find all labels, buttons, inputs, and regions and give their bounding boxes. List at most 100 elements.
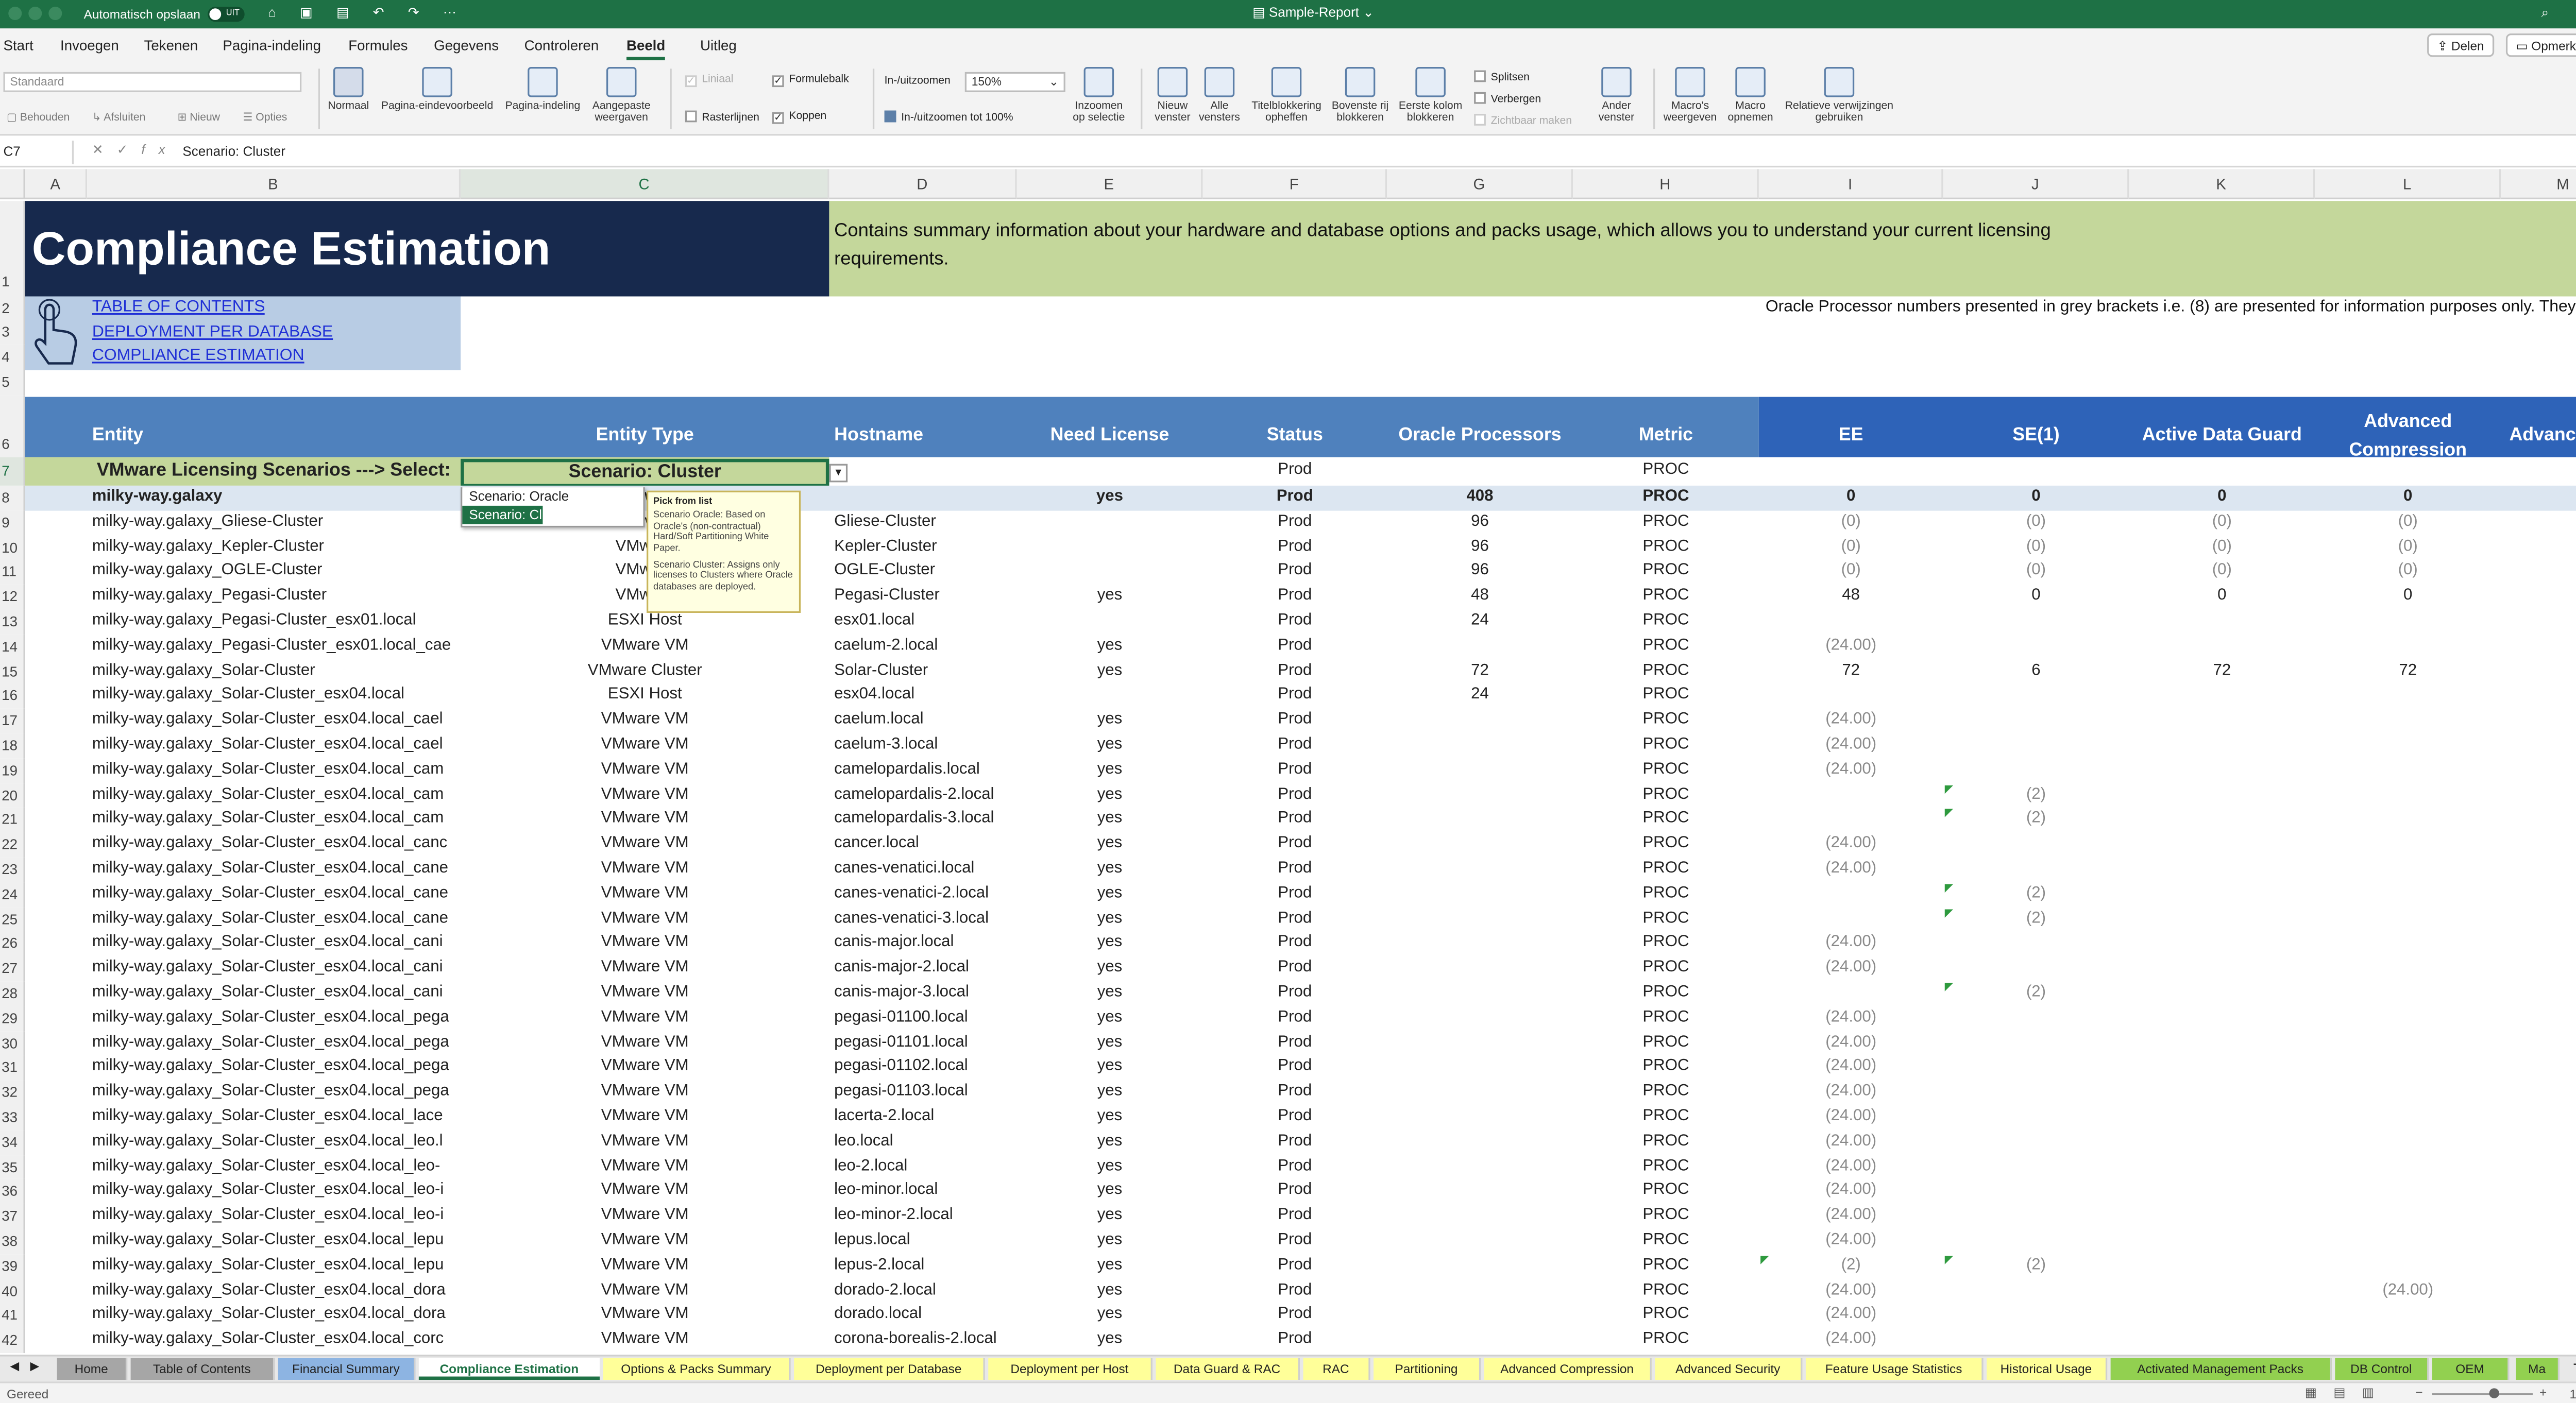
cell-need[interactable]: yes bbox=[1017, 783, 1203, 808]
search-icon[interactable]: ⌕ ☺ bbox=[2541, 5, 2576, 22]
cell-need[interactable]: yes bbox=[1017, 709, 1203, 733]
cell-need[interactable]: yes bbox=[1017, 1006, 1203, 1031]
cell-need[interactable]: yes bbox=[1017, 585, 1203, 609]
cell-status[interactable]: Prod bbox=[1202, 907, 1387, 932]
column-header-B[interactable]: B bbox=[87, 169, 461, 199]
cell-need[interactable]: yes bbox=[1017, 1254, 1203, 1279]
cell-entity[interactable]: milky-way.galaxy_Solar-Cluster_esx04.loc… bbox=[92, 907, 461, 932]
cell-entity[interactable]: milky-way.galaxy_OGLE-Cluster bbox=[92, 560, 461, 585]
cell-metric[interactable]: PROC bbox=[1573, 535, 1759, 560]
cell-entity[interactable]: milky-way.galaxy_Solar-Cluster_esx04.loc… bbox=[92, 932, 461, 956]
cell-metric[interactable]: PROC bbox=[1573, 1081, 1759, 1105]
name-box[interactable]: C7 bbox=[0, 141, 74, 164]
switch-window-button[interactable]: Ander venster bbox=[1588, 67, 1645, 124]
cell-ee[interactable]: (24.00) bbox=[1759, 635, 1943, 659]
cell-status[interactable]: Prod bbox=[1202, 1155, 1387, 1179]
record-macro-button[interactable]: Macro opnemen bbox=[1722, 67, 1779, 124]
zoom-plus-icon[interactable]: + bbox=[2539, 1385, 2547, 1400]
dropdown-option-oracle[interactable]: Scenario: Oracle bbox=[462, 487, 643, 506]
cell-adg[interactable]: 0 bbox=[2129, 585, 2315, 609]
cell-entity[interactable]: milky-way.galaxy_Solar-Cluster_esx04.loc… bbox=[92, 1056, 461, 1081]
row-header-34[interactable]: 34 bbox=[0, 1130, 25, 1155]
cell-ee[interactable]: (24.00) bbox=[1759, 1328, 1943, 1353]
cell-need[interactable]: yes bbox=[1017, 833, 1203, 858]
cell-status[interactable]: Prod bbox=[1202, 733, 1387, 758]
column-header-F[interactable]: F bbox=[1202, 169, 1387, 199]
cell-type[interactable]: VMware VM bbox=[461, 733, 829, 758]
cell-entity[interactable]: milky-way.galaxy_Solar-Cluster_esx04.loc… bbox=[92, 833, 461, 858]
column-header-I[interactable]: I bbox=[1758, 169, 1943, 199]
cell-need[interactable]: yes bbox=[1017, 1105, 1203, 1130]
sheet-tab-financial-summary[interactable]: Financial Summary bbox=[278, 1358, 416, 1380]
cell-entity[interactable]: milky-way.galaxy_Solar-Cluster_esx04.loc… bbox=[92, 808, 461, 832]
cell-metric[interactable]: PROC bbox=[1573, 733, 1759, 758]
cell-ee[interactable]: (24.00) bbox=[1759, 1105, 1943, 1130]
row-header-8[interactable]: 8 bbox=[0, 485, 25, 510]
cell-ee[interactable]: 72 bbox=[1759, 659, 1943, 684]
cell-host[interactable]: Pegasi-Cluster bbox=[834, 585, 1016, 609]
row-header-16[interactable]: 16 bbox=[0, 683, 25, 709]
cell-entity[interactable]: milky-way.galaxy_Solar-Cluster_esx04.loc… bbox=[92, 858, 461, 882]
cell-need[interactable]: yes bbox=[1017, 1204, 1203, 1229]
cell-metric[interactable]: PROC bbox=[1573, 560, 1759, 585]
cell-type[interactable]: VMware VM bbox=[461, 1056, 829, 1081]
cell-host[interactable]: Gliese-Cluster bbox=[834, 510, 1016, 535]
cell-entity[interactable]: milky-way.galaxy_Solar-Cluster_esx04.loc… bbox=[92, 1229, 461, 1254]
cell-entity[interactable]: milky-way.galaxy_Solar-Cluster_esx04.loc… bbox=[92, 1179, 461, 1204]
cell-status[interactable]: Prod bbox=[1202, 1081, 1387, 1105]
row-header-14[interactable]: 14 bbox=[0, 634, 25, 659]
column-header-L[interactable]: L bbox=[2315, 169, 2501, 199]
cell-ee[interactable]: (24.00) bbox=[1759, 709, 1943, 733]
tab-gegevens[interactable]: Gegevens bbox=[434, 37, 499, 54]
link-compliance-estimation[interactable]: COMPLIANCE ESTIMATION bbox=[92, 345, 304, 370]
cell-status[interactable]: Prod bbox=[1202, 981, 1387, 1006]
cell-status[interactable]: Prod bbox=[1202, 1254, 1387, 1279]
cell-entity[interactable]: milky-way.galaxy_Solar-Cluster_esx04.loc… bbox=[92, 1328, 461, 1353]
cell-host[interactable]: corona-borealis-2.local bbox=[834, 1328, 1016, 1353]
cell-need[interactable]: yes bbox=[1017, 635, 1203, 659]
cell-host[interactable]: lepus.local bbox=[834, 1229, 1016, 1254]
cell-ee[interactable]: (2) bbox=[1759, 1254, 1943, 1279]
zoom-slider-thumb[interactable] bbox=[2489, 1388, 2499, 1398]
cell-metric[interactable]: PROC bbox=[1573, 882, 1759, 907]
row-header-15[interactable]: 15 bbox=[0, 659, 25, 684]
row-header-32[interactable]: 32 bbox=[0, 1080, 25, 1105]
cell-need[interactable]: yes bbox=[1017, 659, 1203, 684]
add-sheet-icon[interactable]: + bbox=[2573, 1357, 2576, 1375]
cell-entity[interactable]: milky-way.galaxy_Solar-Cluster_esx04.loc… bbox=[92, 684, 461, 709]
cell-status[interactable]: Prod bbox=[1202, 609, 1387, 634]
cell-host[interactable]: leo.local bbox=[834, 1130, 1016, 1155]
cell-entity[interactable]: milky-way.galaxy_Solar-Cluster_esx04.loc… bbox=[92, 1105, 461, 1130]
cell-need[interactable]: yes bbox=[1017, 1031, 1203, 1055]
column-header-H[interactable]: H bbox=[1572, 169, 1759, 199]
page-break-preview-button[interactable]: Pagina-eindevoorbeeld bbox=[375, 67, 499, 112]
cell-se[interactable]: (2) bbox=[1943, 783, 2129, 808]
cell-proc[interactable]: 96 bbox=[1387, 560, 1573, 585]
cell-metric[interactable]: PROC bbox=[1573, 808, 1759, 832]
cell-host[interactable]: lacerta-2.local bbox=[834, 1105, 1016, 1130]
cell-status[interactable]: Prod bbox=[1202, 932, 1387, 956]
cell-status[interactable]: Prod bbox=[1202, 684, 1387, 709]
row-header-24[interactable]: 24 bbox=[0, 882, 25, 907]
tab-tekenen[interactable]: Tekenen bbox=[144, 37, 198, 54]
cell-as[interactable]: 0 bbox=[2501, 585, 2576, 609]
cell-host[interactable]: canes-venatici.local bbox=[834, 858, 1016, 882]
cell-host[interactable]: dorado.local bbox=[834, 1304, 1016, 1328]
all-windows-button[interactable]: Alle vensters bbox=[1196, 67, 1243, 124]
cell-metric[interactable]: PROC bbox=[1573, 907, 1759, 932]
cell-entity[interactable]: milky-way.galaxy_Solar-Cluster_esx04.loc… bbox=[92, 1279, 461, 1304]
cell-status[interactable]: Prod bbox=[1202, 1179, 1387, 1204]
row-header-30[interactable]: 30 bbox=[0, 1031, 25, 1056]
cell-entity[interactable]: milky-way.galaxy_Solar-Cluster_esx04.loc… bbox=[92, 1204, 461, 1229]
cell-type[interactable]: ESXI Host bbox=[461, 609, 829, 634]
cell-type[interactable]: VMware VM bbox=[461, 1031, 829, 1055]
cell-type[interactable]: VMware VM bbox=[461, 1279, 829, 1304]
cell-need[interactable]: yes bbox=[1017, 1229, 1203, 1254]
comments-button[interactable]: ▭ Opmerkingen bbox=[2505, 33, 2576, 57]
cell-adg[interactable]: (0) bbox=[2129, 560, 2315, 585]
zoom-minus-icon[interactable]: − bbox=[2415, 1385, 2422, 1400]
cell-se[interactable]: (0) bbox=[1943, 535, 2129, 560]
sheet-view-exit[interactable]: ↳ Afsluiten bbox=[92, 111, 146, 124]
cell-entity[interactable]: milky-way.galaxy_Pegasi-Cluster_esx01.lo… bbox=[92, 609, 461, 634]
cell-ee[interactable]: (24.00) bbox=[1759, 1229, 1943, 1254]
